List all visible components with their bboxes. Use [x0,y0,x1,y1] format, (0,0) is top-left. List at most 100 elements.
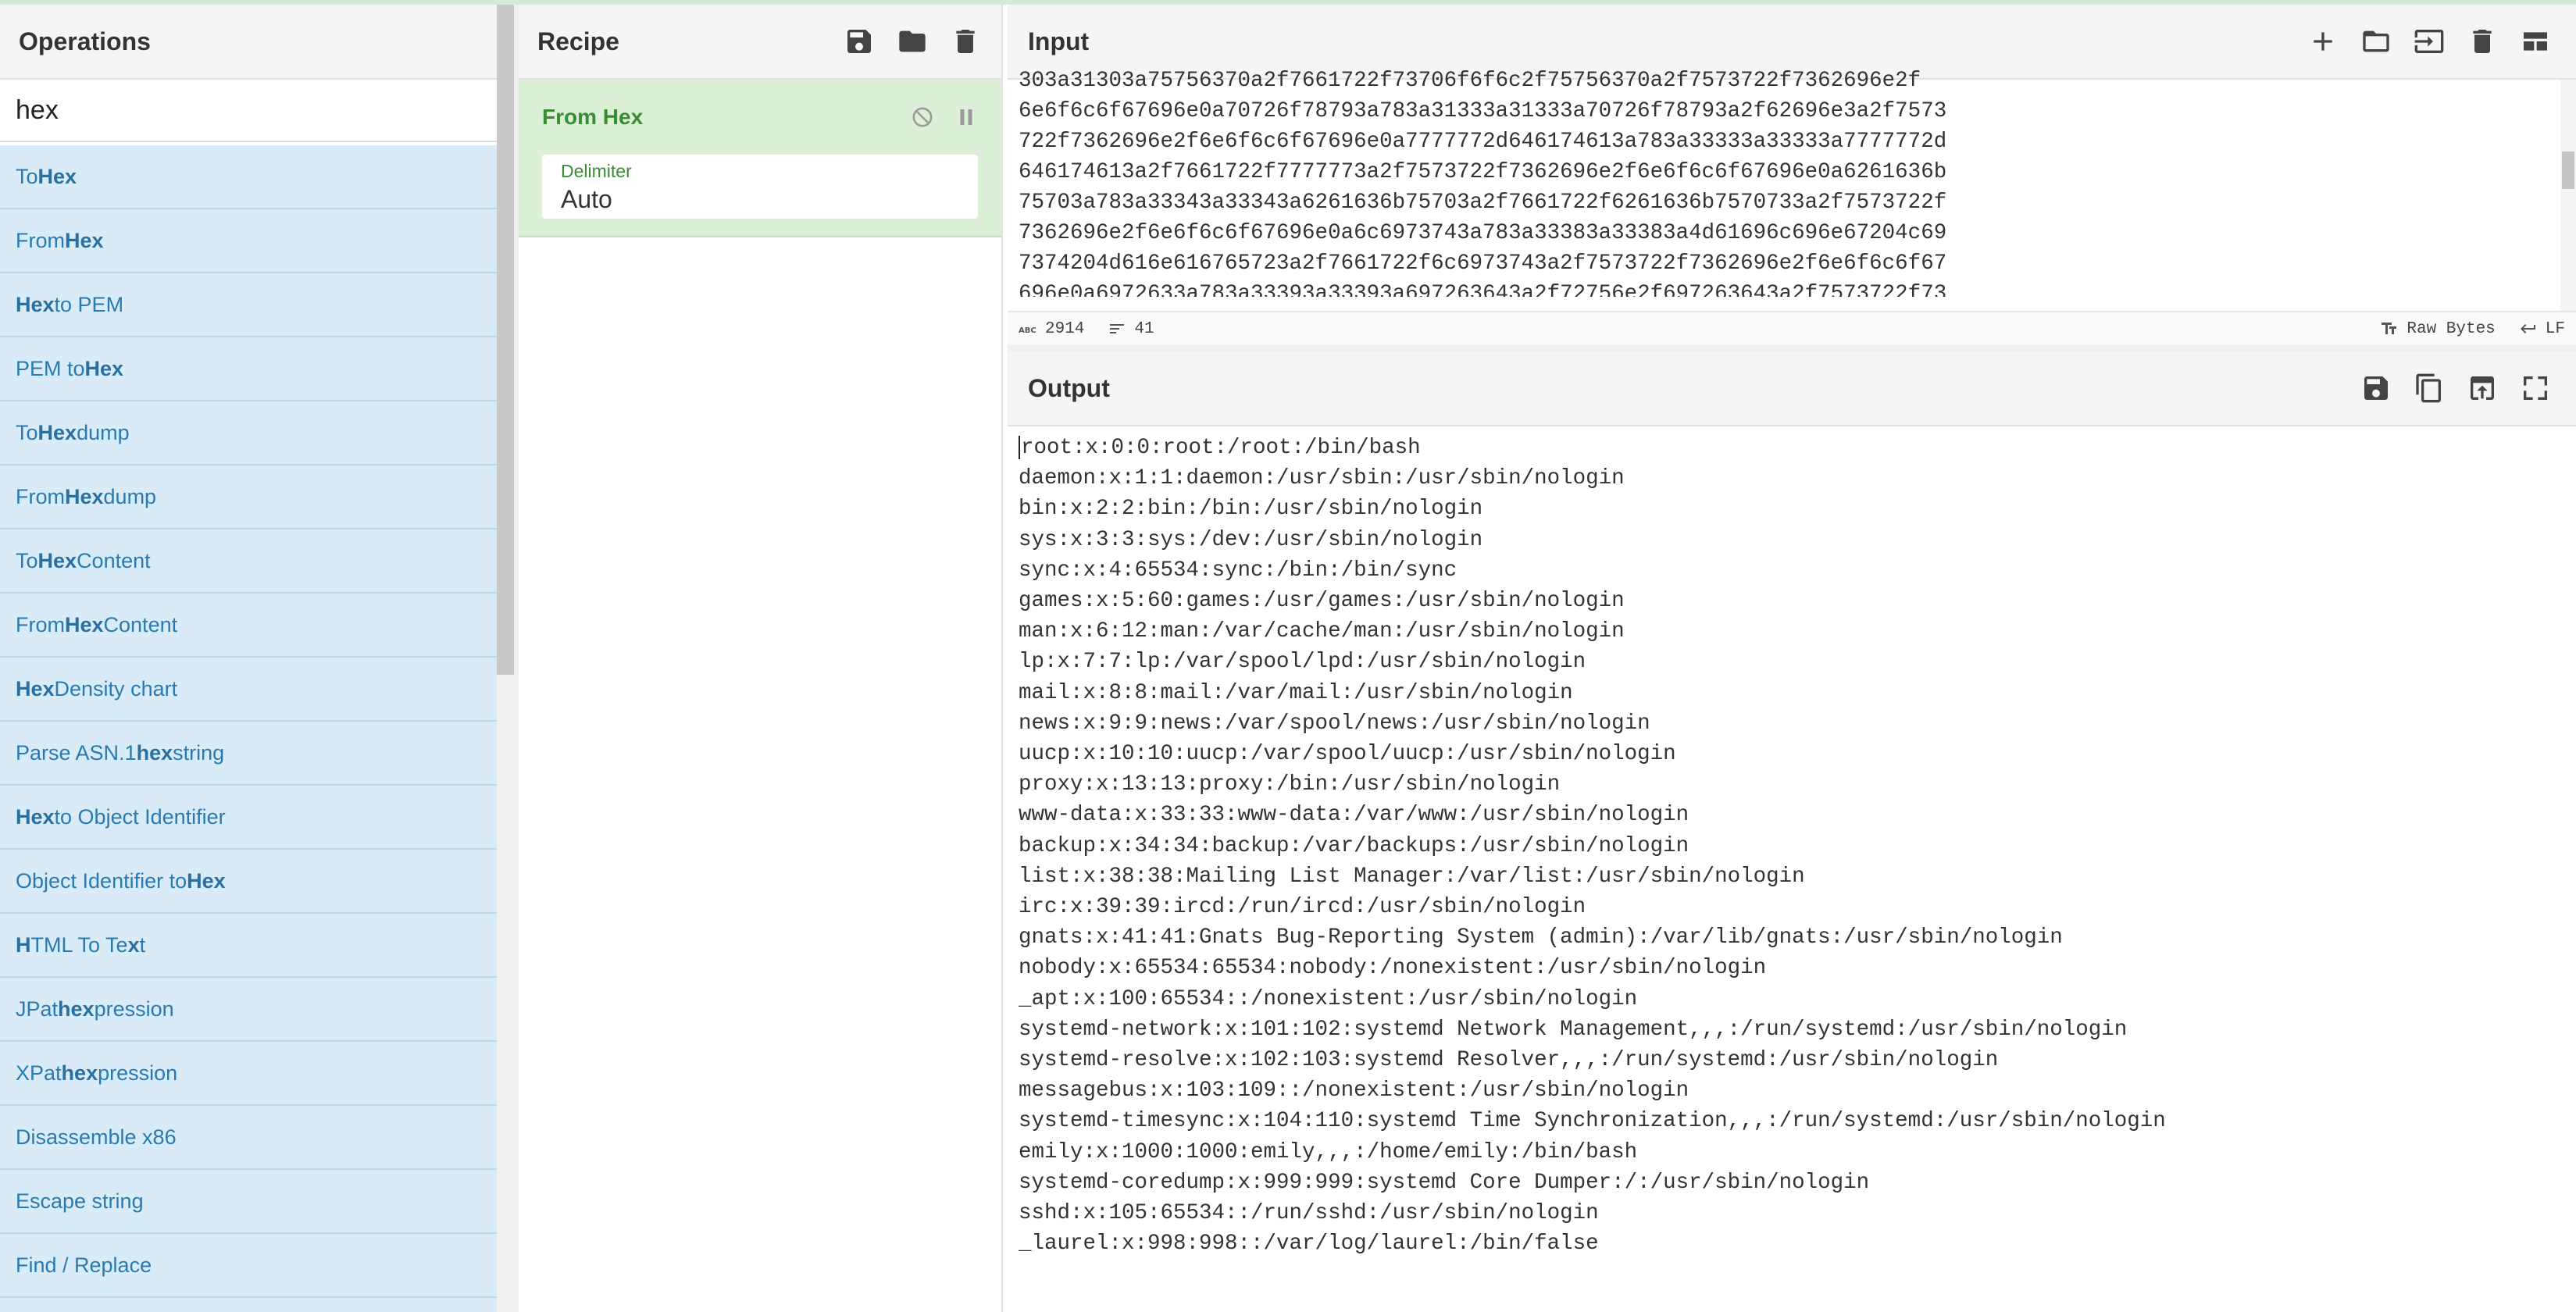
output-line: bin:x:2:2:bin:/bin:/usr/sbin/nologin [1019,494,2565,524]
output-line-text: backup:x:34:34:backup:/var/backups:/usr/… [1019,833,1689,858]
operation-item-match: H [16,932,31,957]
copy-output-button[interactable] [2412,371,2446,405]
operation-item[interactable]: Escape string [0,1170,497,1234]
delimiter-field[interactable]: Delimiter Auto [542,155,978,219]
operation-item-match: Hex [65,612,104,636]
maximise-icon [2524,376,2547,400]
operation-item[interactable]: To Hex Content [0,529,497,594]
operation-item[interactable]: From Hex [0,209,497,273]
operations-search-input[interactable] [16,94,469,126]
text-caret [1019,435,1020,459]
operation-item[interactable]: Disassemble x86 [0,1106,497,1170]
operation-item-text: string [173,740,225,765]
recipe-pane: Recipe From Hex Delimiter Auto [519,5,1003,1312]
save-output-button[interactable] [2359,371,2393,405]
replace-input-icon [2471,376,2494,400]
save-icon [2364,376,2388,400]
reset-layout-button[interactable] [2518,24,2553,59]
output-line: gnats:x:41:41:Gnats Bug-Reporting System… [1019,922,2565,953]
operation-item-match: Hex [65,228,104,252]
encoding-label: Raw Bytes [2407,319,2496,338]
operation-item-match: Hex [37,548,77,572]
load-recipe-button[interactable] [895,24,929,59]
eol-selector[interactable]: LF [2519,319,2565,338]
operation-item-match: Hex [65,484,104,508]
maximise-output-button[interactable] [2518,371,2553,405]
output-line-text: systemd-coredump:x:999:999:systemd Core … [1019,1170,1870,1195]
open-file-button[interactable] [2359,24,2393,59]
operation-item-match: hex [136,740,173,765]
output-line: uucp:x:10:10:uucp:/var/spool/uucp:/usr/s… [1019,739,2565,769]
operation-item[interactable]: To Hex dump [0,401,497,465]
operation-item-match: Hex [84,356,124,380]
chr-encoding-selector[interactable]: Raw Bytes [2380,319,2496,338]
output-line-text: irc:x:39:39:ircd:/run/ircd:/usr/sbin/nol… [1019,895,1586,920]
input-char-count: 2914 [1045,319,1085,338]
operations-scrollbar-thumb[interactable] [497,5,514,675]
output-line: nobody:x:65534:65534:nobody:/nonexistent… [1019,953,2565,983]
operation-item-match: h [58,996,71,1021]
operations-list: To Hex From Hex Hex to PEM PEM to Hex To Hex… [0,145,497,1312]
output-line: systemd-network:x:101:102:systemd Networ… [1019,1014,2565,1045]
output-line: lp:x:7:7:lp:/var/spool/lpd:/usr/sbin/nol… [1019,647,2565,677]
input-textarea[interactable]: 303a31303a75756370a2f7661722f73706f6f6c2… [1019,66,2549,297]
replace-input-button[interactable] [2465,371,2499,405]
save-recipe-button[interactable] [842,24,876,59]
operation-item[interactable]: Hex to PEM [0,273,497,337]
operation-item[interactable]: Hex to Object Identifier [0,786,497,850]
output-line-text: emily:x:1000:1000:emily,,,:/home/emily:/… [1019,1139,1638,1164]
operation-item[interactable]: To Hex [0,145,497,209]
operation-item-text: To [16,420,38,444]
operation-item[interactable]: Parse ASN.1 hex string [0,722,497,786]
open-folder-button[interactable] [2412,24,2446,59]
operation-item-text: pression [98,1061,178,1085]
operation-item-match: Hex [37,164,77,188]
output-line-text: systemd-timesync:x:104:110:systemd Time … [1019,1109,2166,1134]
output-line: news:x:9:9:news:/var/spool/news:/usr/sbi… [1019,708,2565,739]
pause-icon[interactable] [954,105,978,129]
copy-icon [2416,373,2441,403]
output-line: sync:x:4:65534:sync:/bin:/bin/sync [1019,555,2565,586]
operation-item-text: JPat [16,996,59,1021]
output-line-text: bin:x:2:2:bin:/bin:/usr/sbin/nologin [1019,497,1483,522]
delimiter-value[interactable]: Auto [561,185,959,214]
input-scrollbar-thumb[interactable] [2562,152,2574,189]
input-scrollbar[interactable] [2560,80,2576,311]
clear-recipe-button[interactable] [948,24,983,59]
output-line-text: uucp:x:10:10:uucp:/var/spool/uucp:/usr/s… [1019,742,1676,767]
output-line: _laurel:x:998:998::/var/log/laurel:/bin/… [1019,1228,2565,1259]
trash-icon [956,30,975,53]
layout-icon [2524,32,2547,51]
operation-item-text: From [16,612,65,636]
operation-item-text: TML To Te [30,932,128,957]
operation-item[interactable]: From Hex Content [0,594,497,658]
operation-item-text: Escape string [16,1189,144,1213]
operation-item[interactable]: From Hex dump [0,465,497,529]
output-textarea[interactable]: root:x:0:0:root:/root:/bin/bash daemon:x:… [1019,426,2565,1301]
operation-item[interactable]: Hex Density chart [0,658,497,722]
recipe-operation-from-hex[interactable]: From Hex Delimiter Auto [519,80,1001,237]
add-input-tab-button[interactable] [2306,24,2340,59]
operation-item-match: Hex [16,804,55,829]
operation-item[interactable]: Find / Replace [0,1234,497,1298]
output-line-text: _apt:x:100:65534::/nonexistent:/usr/sbin… [1019,986,1638,1011]
operation-item[interactable]: H TML To Te x t [0,914,497,978]
svg-text:ABC: ABC [1019,326,1036,335]
operations-scrollbar[interactable] [497,5,514,1312]
operation-item[interactable]: XPat h ex pression [0,1042,497,1106]
trash-icon [2473,30,2492,53]
operation-item-text: Find / Replace [16,1253,152,1277]
disable-icon[interactable] [911,105,934,129]
output-line-text: man:x:6:12:man:/var/cache/man:/usr/sbin/… [1019,619,1625,644]
output-line-text: messagebus:x:103:109::/nonexistent:/usr/… [1019,1078,1689,1103]
operation-item[interactable]: Object Identifier to Hex [0,850,497,914]
output-line: systemd-timesync:x:104:110:systemd Time … [1019,1106,2565,1136]
operation-item[interactable]: JPat h ex pression [0,978,497,1042]
text-size-icon [2382,323,2397,334]
input-line: 696e0a6972633a783a33393a33393a697263643a… [1019,282,1947,297]
operation-item-text: dump [77,420,130,444]
input-output-divider[interactable] [1008,345,2576,351]
operation-item[interactable]: PEM to Hex [0,337,497,401]
clear-input-button[interactable] [2465,24,2499,59]
return-icon [2520,324,2535,333]
